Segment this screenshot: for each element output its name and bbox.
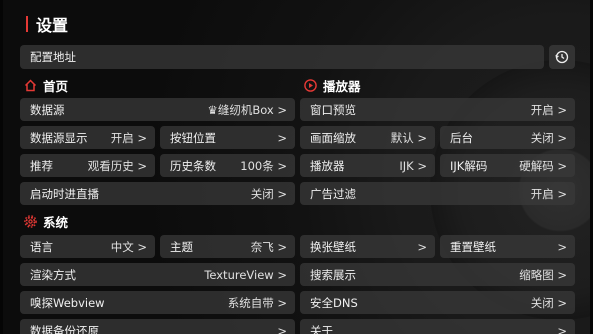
button-position-label: 按钮位置 — [170, 130, 216, 145]
change-wallpaper-row[interactable]: 换张壁纸 > — [300, 235, 435, 258]
reset-wallpaper-label: 重置壁纸 — [450, 239, 496, 254]
datasource-value: ♛缝纫机Box > — [207, 102, 287, 117]
play-circle-icon — [304, 78, 317, 92]
backup-restore-label: 数据备份还原 — [30, 323, 99, 334]
backup-restore-row[interactable]: 数据备份还原 > — [20, 319, 295, 334]
section-system: 系统 — [24, 212, 68, 230]
player-row[interactable]: 播放器 IJK > — [300, 154, 435, 177]
startup-live-label: 启动时进直播 — [30, 186, 99, 201]
screen-scale-row[interactable]: 画面缩放 默认 > — [300, 126, 435, 149]
render-mode-label: 渲染方式 — [30, 267, 76, 282]
sniff-webview-value: 系统自带 > — [227, 295, 287, 310]
language-row[interactable]: 语言 中文 > — [20, 235, 155, 258]
about-label: 关于 — [310, 323, 333, 334]
datasource-display-label: 数据源显示 — [30, 130, 88, 145]
ad-filter-row[interactable]: 广告过滤 开启 > — [300, 182, 575, 205]
search-display-value: 缩略图 > — [519, 267, 567, 282]
history-icon — [555, 50, 569, 64]
change-wallpaper-label: 换张壁纸 — [310, 239, 356, 254]
datasource-label: 数据源 — [30, 102, 65, 117]
history-button[interactable] — [549, 45, 575, 69]
change-wallpaper-value: > — [417, 239, 427, 254]
window-preview-value: 开启 > — [530, 102, 567, 117]
render-mode-row[interactable]: 渲染方式 TextureView > — [20, 263, 295, 286]
config-address-field[interactable]: 配置地址 — [20, 45, 544, 69]
section-player: 播放器 — [304, 76, 361, 94]
datasource-display-value: 开启 > — [110, 130, 147, 145]
startup-live-row[interactable]: 启动时进直播 关闭 > — [20, 182, 295, 205]
player-value: IJK > — [399, 158, 427, 173]
player-label: 播放器 — [310, 158, 345, 173]
reset-wallpaper-row[interactable]: 重置壁纸 > — [440, 235, 575, 258]
sniff-webview-label: 嗅探Webview — [30, 295, 105, 310]
backup-restore-value: > — [277, 323, 287, 334]
ijk-decode-label: IJK解码 — [450, 158, 488, 173]
ijk-decode-value: 硬解码 > — [519, 158, 567, 173]
ad-filter-value: 开启 > — [530, 186, 567, 201]
recommend-value: 观看历史 > — [87, 158, 147, 173]
about-row[interactable]: 关于 > — [300, 319, 575, 334]
datasource-display-row[interactable]: 数据源显示 开启 > — [20, 126, 155, 149]
window-preview-row[interactable]: 窗口预览 开启 > — [300, 98, 575, 121]
section-home: 首页 — [24, 76, 68, 94]
secure-dns-row[interactable]: 安全DNS 关闭 > — [300, 291, 575, 314]
button-position-row[interactable]: 按钮位置 > — [160, 126, 295, 149]
theme-value: 奈飞 > — [250, 239, 287, 254]
settings-screen: 设置 配置地址 首页 播放器 数据源 ♛缝纫机Box > 数据源显示 开启 > — [0, 0, 593, 334]
render-mode-value: TextureView > — [204, 267, 287, 282]
page-title: 设置 — [26, 14, 69, 35]
gear-icon — [24, 214, 37, 228]
language-value: 中文 > — [110, 239, 147, 254]
background-play-value: 关闭 > — [530, 130, 567, 145]
language-label: 语言 — [30, 239, 53, 254]
theme-row[interactable]: 主题 奈飞 > — [160, 235, 295, 258]
section-player-title: 播放器 — [323, 78, 361, 94]
reset-wallpaper-value: > — [557, 239, 567, 254]
title-accent-bar — [26, 16, 28, 32]
section-system-title: 系统 — [43, 214, 69, 230]
page-title-text: 设置 — [36, 16, 69, 35]
background-play-label: 后台 — [450, 130, 473, 145]
history-count-value: 100条 > — [240, 158, 287, 173]
section-home-title: 首页 — [43, 78, 69, 94]
secure-dns-value: 关闭 > — [530, 295, 567, 310]
window-preview-label: 窗口预览 — [310, 102, 356, 117]
home-icon — [24, 78, 37, 91]
search-display-label: 搜索展示 — [310, 267, 356, 282]
left-edge — [0, 0, 3, 334]
recommend-label: 推荐 — [30, 158, 53, 173]
secure-dns-label: 安全DNS — [310, 295, 358, 310]
search-display-row[interactable]: 搜索展示 缩略图 > — [300, 263, 575, 286]
about-value: > — [557, 323, 567, 334]
ad-filter-label: 广告过滤 — [310, 186, 356, 201]
startup-live-value: 关闭 > — [250, 186, 287, 201]
datasource-row[interactable]: 数据源 ♛缝纫机Box > — [20, 98, 295, 121]
theme-label: 主题 — [170, 239, 193, 254]
background-play-row[interactable]: 后台 关闭 > — [440, 126, 575, 149]
sniff-webview-row[interactable]: 嗅探Webview 系统自带 > — [20, 291, 295, 314]
config-address-label: 配置地址 — [30, 50, 76, 64]
screen-scale-label: 画面缩放 — [310, 130, 356, 145]
recommend-row[interactable]: 推荐 观看历史 > — [20, 154, 155, 177]
history-count-label: 历史条数 — [170, 158, 216, 173]
button-position-value: > — [277, 130, 287, 145]
screen-scale-value: 默认 > — [390, 130, 427, 145]
ijk-decode-row[interactable]: IJK解码 硬解码 > — [440, 154, 575, 177]
history-count-row[interactable]: 历史条数 100条 > — [160, 154, 295, 177]
